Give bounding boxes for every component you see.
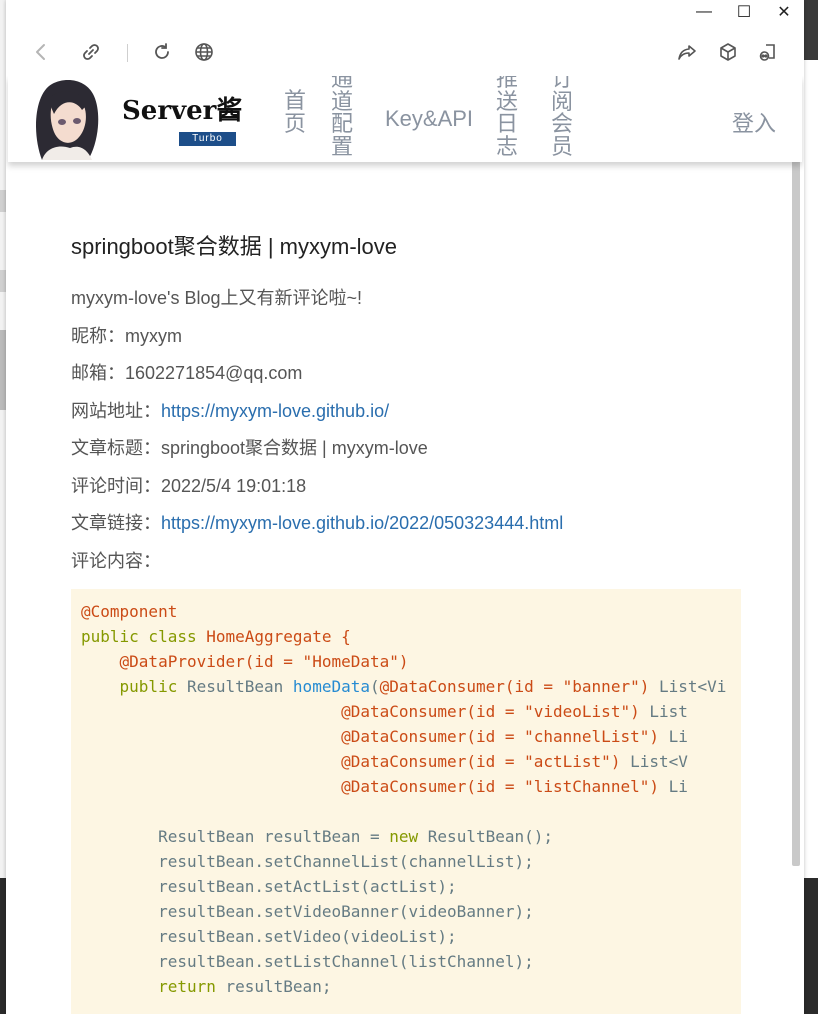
- code-token: ResultBean();: [418, 827, 554, 846]
- email-row: 邮箱：1602271854@qq.com: [71, 359, 302, 385]
- article-title-row: 文章标题：springboot聚合数据 | myxym-love: [71, 434, 428, 460]
- globe-icon[interactable]: [190, 38, 218, 66]
- website-row: 网站地址：https://myxym-love.github.io/: [71, 397, 389, 423]
- nickname-label: 昵称：: [71, 326, 125, 346]
- comment-time-row: 评论时间：2022/5/4 19:01:18: [71, 472, 306, 498]
- code-token: @DataConsumer(id = "videoList"): [341, 702, 640, 721]
- background-dark-panel: [804, 0, 818, 60]
- nav-key-api[interactable]: Key&API: [385, 106, 473, 132]
- code-token: public: [119, 677, 178, 696]
- intro-text: myxym-love's Blog上又有新评论啦~!: [71, 288, 362, 308]
- comment-time-value: 2022/5/4 19:01:18: [161, 476, 307, 496]
- code-token: resultBean;: [215, 977, 332, 996]
- maximize-button[interactable]: ☐: [724, 0, 764, 24]
- site-header: Server酱 Turbo 首页 通道配置 Key&API 推送日志 订阅会员 …: [8, 76, 802, 162]
- title-bar: — ☐ ✕: [6, 0, 804, 24]
- article-link-label: 文章链接：: [71, 513, 161, 533]
- code-token: @DataConsumer(id = "channelList"): [341, 727, 659, 746]
- article-link[interactable]: https://myxym-love.github.io/2022/050323…: [161, 513, 563, 533]
- code-token: @DataProvider(id = "HomeData"): [119, 652, 409, 671]
- background-dark-panel: [804, 878, 818, 1014]
- website-label: 网站地址：: [71, 401, 161, 421]
- code-token: resultBean.setListChannel(listChannel);: [81, 952, 534, 971]
- code-token: public class: [81, 627, 207, 646]
- post-title: springboot聚合数据 | myxym-love: [71, 234, 398, 259]
- code-token: resultBean.setVideoBanner(videoBanner);: [81, 902, 534, 921]
- nav-login[interactable]: 登入: [732, 106, 776, 138]
- comment-content-label: 评论内容：: [71, 551, 161, 571]
- code-token: List<Vi: [649, 677, 727, 696]
- code-token: HomeAggregate {: [206, 627, 351, 646]
- minimize-button[interactable]: —: [684, 0, 724, 24]
- article-title-value: springboot聚合数据 | myxym-love: [161, 438, 428, 458]
- cube-icon[interactable]: [714, 38, 742, 66]
- nav-subscribe-member[interactable]: 订阅会员: [549, 76, 575, 158]
- email-value: 1602271854@qq.com: [125, 363, 303, 383]
- toolbar-separator: [127, 44, 128, 62]
- code-token: resultBean.setVideo(videoList);: [81, 927, 457, 946]
- email-label: 邮箱：: [71, 363, 125, 383]
- code-token: resultBean.setChannelList(channelList);: [81, 852, 534, 871]
- code-token: resultBean.setActList(actList);: [81, 877, 457, 896]
- extensions-icon[interactable]: [754, 38, 782, 66]
- browser-window: — ☐ ✕ Server酱 Turbo 首页 通道配置 Key&API 推送日志…: [6, 0, 804, 1014]
- back-icon[interactable]: [27, 38, 55, 66]
- code-token: new: [389, 827, 419, 846]
- code-token: List<V: [620, 752, 688, 771]
- code-block[interactable]: @Component public class HomeAggregate { …: [71, 589, 741, 1014]
- site-logo-text[interactable]: Server酱: [122, 90, 242, 127]
- nav-home[interactable]: 首页: [282, 89, 308, 135]
- nickname-value: myxym: [125, 326, 182, 346]
- code-token: List: [639, 702, 688, 721]
- vertical-scrollbar[interactable]: [792, 76, 800, 866]
- comment-time-label: 评论时间：: [71, 476, 161, 496]
- code-token: Li: [658, 777, 688, 796]
- nickname-row: 昵称：myxym: [71, 322, 182, 348]
- close-button[interactable]: ✕: [764, 0, 804, 24]
- website-link[interactable]: https://myxym-love.github.io/: [161, 401, 389, 421]
- code-token: (: [369, 677, 380, 696]
- background-app-right: [804, 0, 818, 1014]
- browser-toolbar: [6, 28, 804, 76]
- code-token: @DataConsumer(id = "banner"): [379, 677, 650, 696]
- code-token: ResultBean: [177, 677, 293, 696]
- article-link-row: 文章链接：https://myxym-love.github.io/2022/0…: [71, 509, 563, 535]
- code-token: Li: [658, 727, 688, 746]
- turbo-badge: Turbo: [179, 132, 236, 146]
- code-token: return: [158, 977, 216, 996]
- share-icon[interactable]: [673, 38, 701, 66]
- code-token: ResultBean resultBean =: [81, 827, 390, 846]
- anime-avatar-logo[interactable]: [22, 76, 108, 160]
- code-token: @DataConsumer(id = "listChannel"): [341, 777, 659, 796]
- reload-icon[interactable]: [148, 38, 176, 66]
- code-token: @Component: [81, 602, 178, 621]
- code-token: homeData: [292, 677, 370, 696]
- nav-push-log[interactable]: 推送日志: [494, 76, 520, 158]
- article-title-label: 文章标题：: [71, 438, 161, 458]
- code-token: @DataConsumer(id = "actList"): [341, 752, 621, 771]
- link-icon[interactable]: [77, 38, 105, 66]
- page-viewport[interactable]: Server酱 Turbo 首页 通道配置 Key&API 推送日志 订阅会员 …: [6, 76, 804, 1014]
- nav-channel-config[interactable]: 通道配置: [329, 76, 355, 158]
